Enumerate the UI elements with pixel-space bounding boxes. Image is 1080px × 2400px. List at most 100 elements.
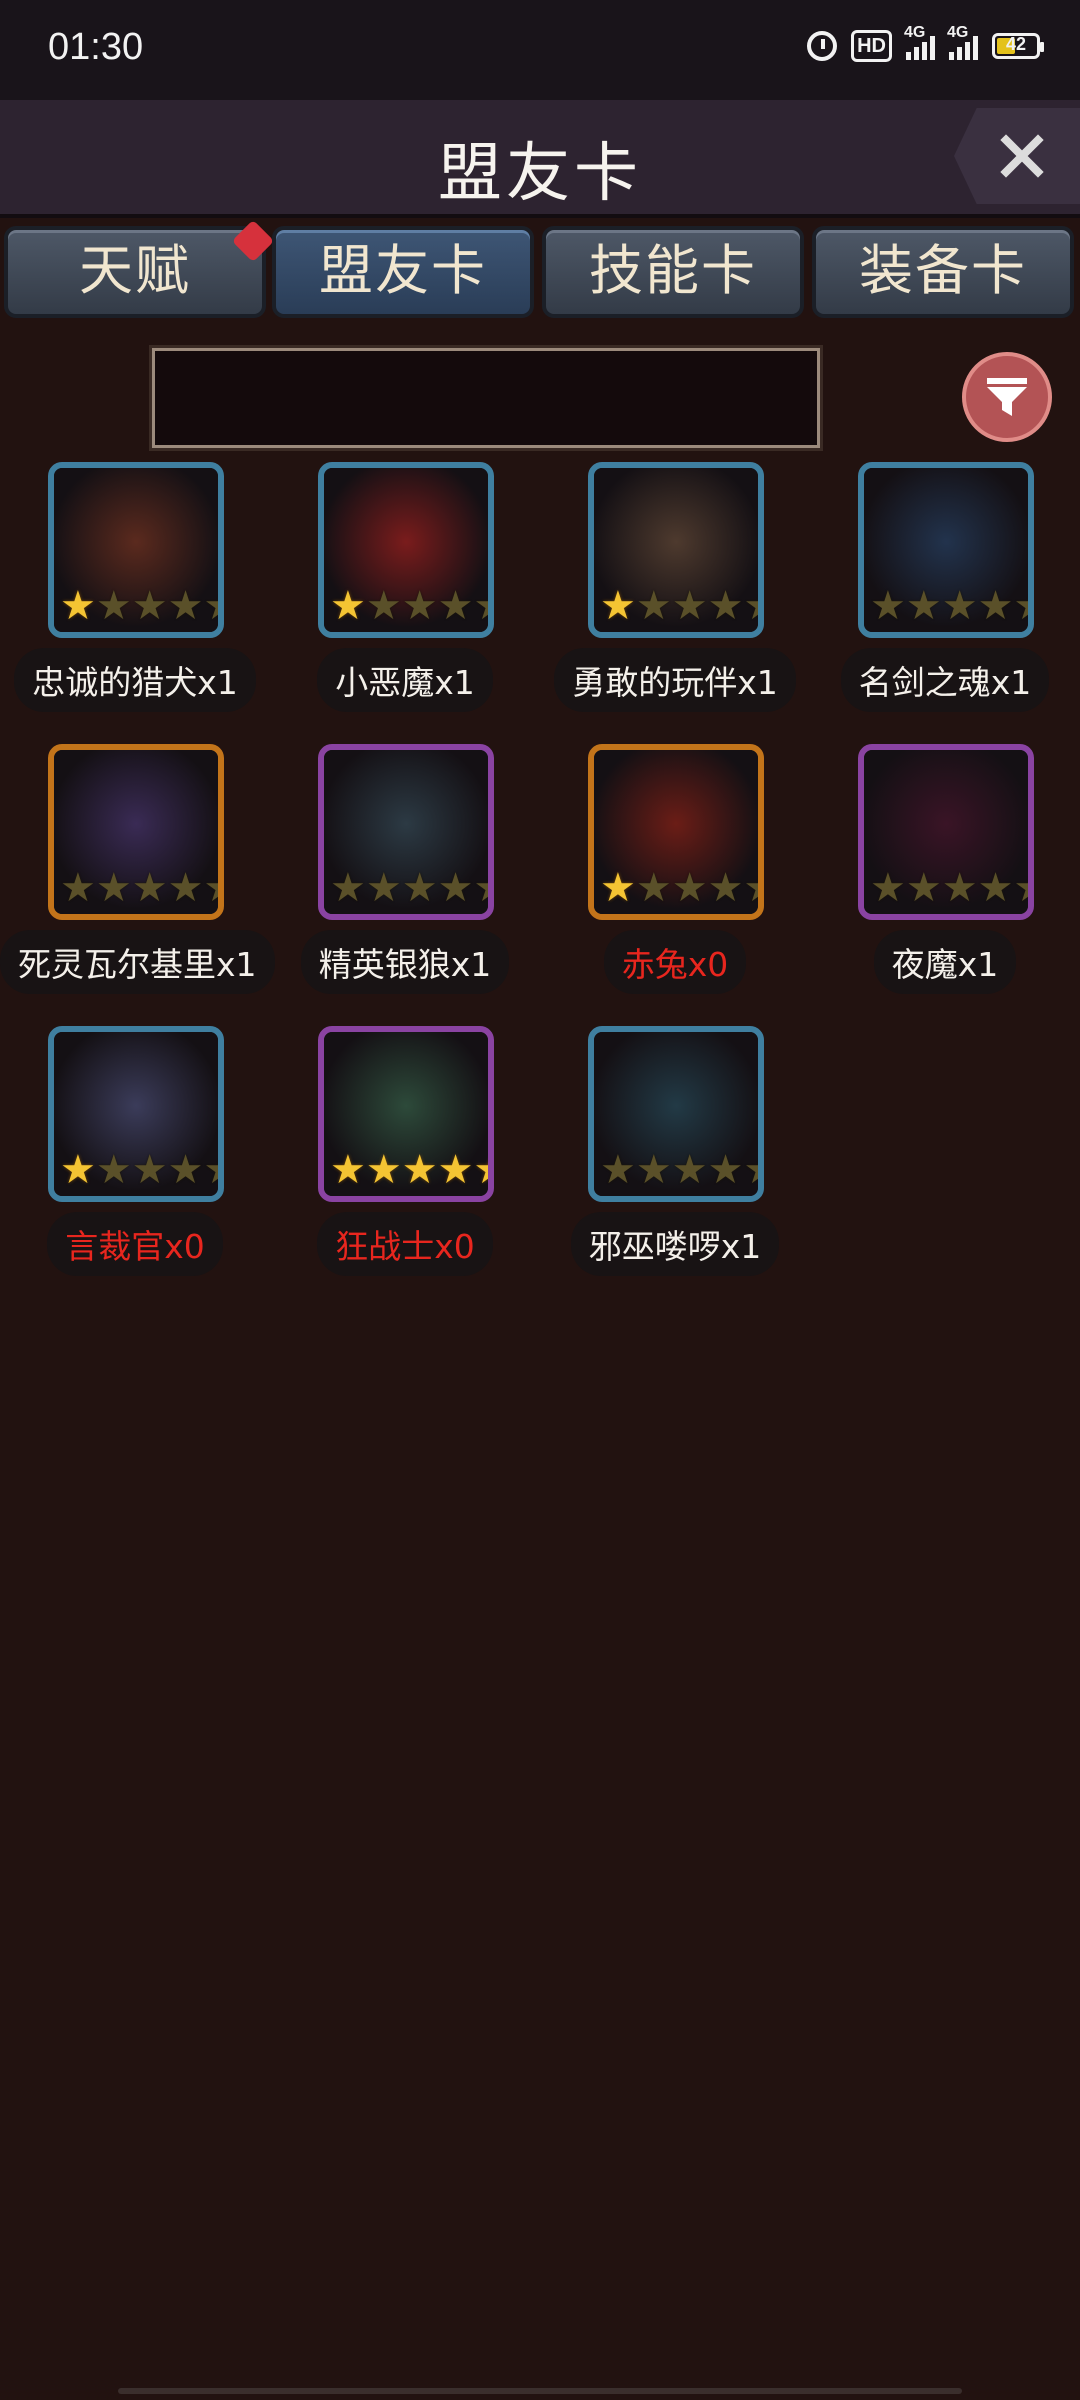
star-icon: ★ bbox=[437, 583, 474, 629]
ally-card[interactable]: ★★★★★ 忠诚的猎犬x1 bbox=[0, 462, 270, 722]
star-icon: ★ bbox=[743, 868, 758, 908]
card-portrait: ★★★★★ bbox=[318, 462, 494, 638]
ally-card[interactable]: ★★★★★ 小恶魔x1 bbox=[270, 462, 540, 722]
star-icon: ★ bbox=[1013, 586, 1028, 626]
status-bar: 01:30 HD 4G 4G 42 bbox=[0, 0, 1080, 100]
card-name-label: 小恶魔x1 bbox=[317, 648, 493, 712]
star-icon: ★ bbox=[635, 583, 672, 629]
star-icon: ★ bbox=[600, 1147, 636, 1193]
star-icon: ★ bbox=[870, 583, 906, 629]
star-icon: ★ bbox=[635, 1147, 672, 1193]
star-icon: ★ bbox=[473, 868, 488, 908]
star-icon: ★ bbox=[167, 1147, 204, 1193]
star-icon: ★ bbox=[60, 865, 96, 911]
page-title: 盟友卡 bbox=[438, 137, 642, 211]
star-icon: ★ bbox=[203, 1150, 218, 1190]
star-icon: ★ bbox=[600, 865, 636, 911]
card-name: 精英银狼x1 bbox=[270, 930, 540, 994]
star-icon: ★ bbox=[131, 865, 168, 911]
tab-label: 装备卡 bbox=[859, 239, 1027, 302]
signal-1-icon: 4G bbox=[904, 24, 935, 60]
card-name: 夜魔x1 bbox=[810, 930, 1080, 994]
tab-talent[interactable]: 天赋 bbox=[4, 219, 275, 318]
search-input[interactable] bbox=[152, 348, 820, 448]
close-button[interactable] bbox=[954, 108, 1080, 204]
star-icon: ★ bbox=[743, 586, 758, 626]
status-time: 01:30 bbox=[48, 26, 144, 68]
star-icon: ★ bbox=[330, 1147, 366, 1193]
star-rating: ★★★★★ bbox=[870, 583, 1028, 629]
card-portrait: ★★★★★ bbox=[48, 744, 224, 920]
card-name-label: 名剑之魂x1 bbox=[840, 648, 1050, 712]
ally-card[interactable]: ★★★★★赤兔x0 bbox=[540, 744, 810, 1004]
star-icon: ★ bbox=[707, 865, 744, 911]
tab-ally-cards[interactable]: 盟友卡 bbox=[272, 226, 534, 318]
signal-2-icon: 4G bbox=[947, 24, 978, 60]
card-portrait: ★★★★★ bbox=[588, 744, 764, 920]
star-icon: ★ bbox=[743, 1150, 758, 1190]
star-icon: ★ bbox=[707, 1147, 744, 1193]
star-icon: ★ bbox=[95, 865, 132, 911]
star-icon: ★ bbox=[905, 583, 942, 629]
card-name-label: 夜魔x1 bbox=[873, 930, 1017, 994]
star-rating: ★★★★★ bbox=[60, 865, 218, 911]
page-header: 盟友卡 bbox=[0, 100, 1080, 218]
card-name-label: 赤兔x0 bbox=[603, 930, 747, 994]
star-rating: ★★★★★ bbox=[60, 583, 218, 629]
scroll-indicator bbox=[118, 2388, 962, 2394]
star-icon: ★ bbox=[365, 583, 402, 629]
star-icon: ★ bbox=[401, 1147, 438, 1193]
card-portrait: ★★★★★ bbox=[48, 462, 224, 638]
card-name: 小恶魔x1 bbox=[270, 648, 540, 712]
star-icon: ★ bbox=[203, 586, 218, 626]
star-rating: ★★★★★ bbox=[600, 1147, 758, 1193]
ally-card[interactable]: ★★★★★ 夜魔x1 bbox=[810, 744, 1080, 1004]
star-icon: ★ bbox=[977, 583, 1014, 629]
tab-equipment-cards[interactable]: 装备卡 bbox=[812, 226, 1074, 318]
star-rating: ★★★★★ bbox=[870, 868, 1028, 908]
star-icon: ★ bbox=[600, 583, 636, 629]
star-icon: ★ bbox=[60, 583, 96, 629]
ally-card[interactable]: ★★★★★邪巫喽啰x1 bbox=[540, 1026, 810, 1286]
star-icon: ★ bbox=[401, 583, 438, 629]
card-portrait: ★★★★★ bbox=[318, 1026, 494, 1202]
star-icon: ★ bbox=[401, 865, 438, 911]
ally-card[interactable]: ★★★★★ 死灵瓦尔基里x1 bbox=[0, 744, 275, 1004]
tab-bar: 天赋 盟友卡 技能卡 装备卡 bbox=[0, 219, 1080, 322]
tab-skill-cards[interactable]: 技能卡 bbox=[542, 226, 804, 318]
notification-badge bbox=[231, 219, 275, 263]
star-icon: ★ bbox=[635, 865, 672, 911]
star-icon: ★ bbox=[671, 583, 708, 629]
star-icon: ★ bbox=[1013, 868, 1028, 908]
alarm-icon bbox=[807, 31, 838, 61]
star-icon: ★ bbox=[365, 865, 402, 911]
star-icon: ★ bbox=[95, 1147, 132, 1193]
card-name-label: 言裁官x0 bbox=[47, 1212, 223, 1276]
card-name-label: 死灵瓦尔基里x1 bbox=[0, 930, 275, 994]
star-icon: ★ bbox=[671, 865, 708, 911]
star-rating: ★★★★★ bbox=[60, 1147, 218, 1193]
star-rating: ★★★★★ bbox=[330, 865, 488, 911]
card-portrait: ★★★★★ bbox=[588, 1026, 764, 1202]
card-portrait: ★★★★★ bbox=[318, 744, 494, 920]
ally-card[interactable]: ★★★★★ 精英银狼x1 bbox=[270, 744, 540, 1004]
close-x-icon bbox=[1000, 134, 1044, 178]
filter-button[interactable] bbox=[962, 352, 1052, 442]
star-icon: ★ bbox=[330, 583, 366, 629]
ally-card[interactable]: ★★★★★ 言裁官x0 bbox=[0, 1026, 270, 1286]
card-name: 名剑之魂x1 bbox=[810, 648, 1080, 712]
tab-label: 天赋 bbox=[79, 239, 191, 302]
ally-card[interactable]: ★★★★★狂战士x0 bbox=[270, 1026, 540, 1286]
star-icon: ★ bbox=[437, 1147, 474, 1193]
card-portrait: ★★★★★ bbox=[48, 1026, 224, 1202]
star-icon: ★ bbox=[437, 865, 474, 911]
star-icon: ★ bbox=[167, 865, 204, 911]
star-icon: ★ bbox=[60, 1147, 96, 1193]
star-rating: ★★★★★ bbox=[330, 1147, 488, 1193]
ally-card[interactable]: ★★★★★ 名剑之魂x1 bbox=[810, 462, 1080, 722]
card-name: 赤兔x0 bbox=[540, 930, 810, 994]
star-icon: ★ bbox=[707, 583, 744, 629]
ally-card[interactable]: ★★★★★勇敢的玩伴x1 bbox=[540, 462, 810, 722]
card-name: 忠诚的猎犬x1 bbox=[0, 648, 270, 712]
star-icon: ★ bbox=[95, 583, 132, 629]
